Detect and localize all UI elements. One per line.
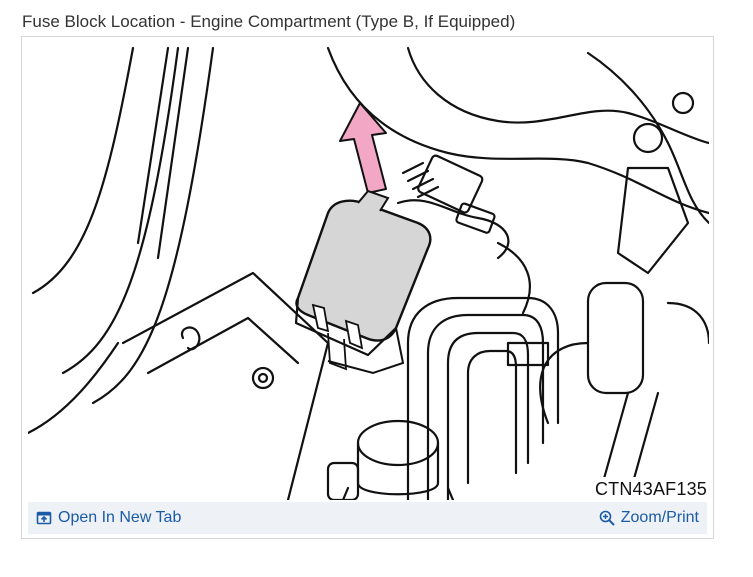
bracket-bolt-center: [257, 372, 269, 384]
clip: [180, 326, 201, 351]
reservoir-cap: [356, 419, 440, 467]
line-drawing: [28, 46, 709, 500]
bracket-inner: [146, 316, 300, 375]
strut-cylinder: [586, 281, 645, 395]
engine-compartment-illustration[interactable]: CTN43AF135: [28, 43, 709, 500]
hose-2: [666, 301, 709, 345]
page-title: Fuse Block Location - Engine Compartment…: [22, 12, 516, 31]
open-in-new-tab-icon: [36, 510, 52, 526]
post: [326, 461, 360, 500]
page: Fuse Block Location - Engine Compartment…: [0, 0, 753, 577]
arrow-shape: [339, 102, 387, 194]
removal-arrow: [339, 102, 387, 194]
open-in-new-tab-link[interactable]: Open In New Tab: [36, 509, 181, 527]
open-in-new-tab-label: Open In New Tab: [58, 509, 182, 526]
figure-code: CTN43AF135: [588, 477, 709, 500]
bracket-bolt: [251, 366, 275, 390]
zoom-print-link[interactable]: Zoom/Print: [599, 509, 699, 527]
brake-line: [406, 296, 560, 500]
figure-toolbar: Open In New Tab Zoom/Print: [28, 502, 707, 534]
fuse-block: [294, 189, 432, 375]
zoom-print-label: Zoom/Print: [620, 509, 699, 526]
brake-line-4: [466, 349, 518, 485]
connector-body: [417, 154, 484, 214]
reservoir-body: [356, 441, 440, 496]
strut-tower: [616, 166, 690, 275]
hood-edge-2: [91, 46, 215, 405]
reservoir-edge: [341, 486, 350, 500]
bolt-circle: [632, 122, 664, 154]
fender-line: [31, 46, 135, 295]
zoom-in-icon: [599, 510, 615, 526]
figure-card: CTN43AF135 Open In New Tab Zoom/Print: [21, 36, 714, 539]
lower-fender: [28, 341, 120, 435]
engine-top-2: [406, 46, 709, 145]
bolt-circle-2: [671, 91, 695, 115]
